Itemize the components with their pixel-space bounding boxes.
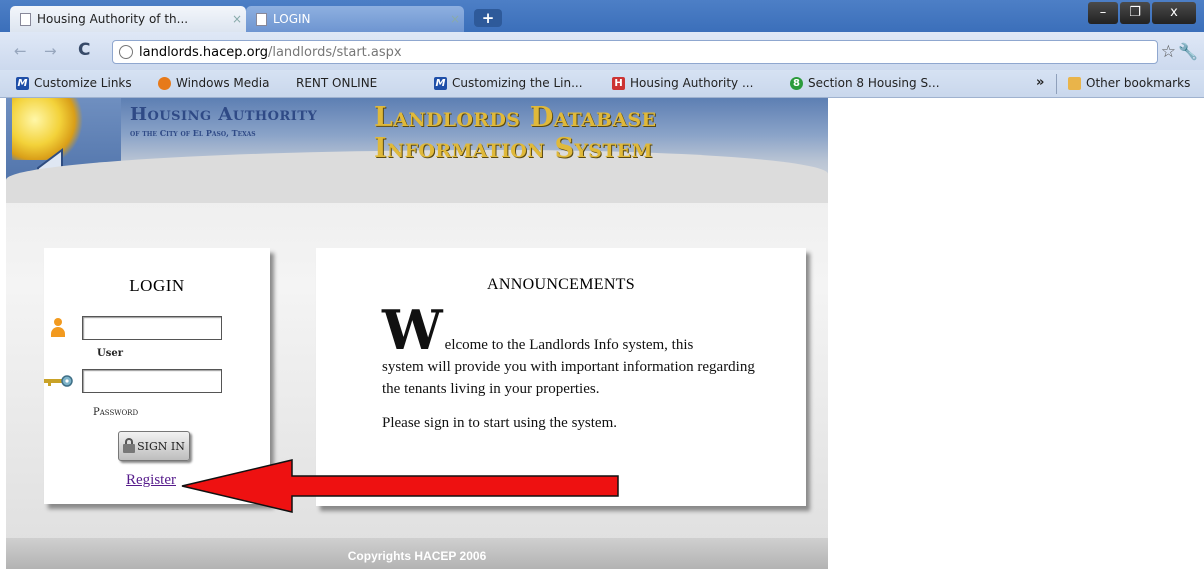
org-name: Housing Authority [130,104,318,125]
bookmark-windows-media[interactable]: Windows Media [158,76,269,90]
globe-icon [119,45,133,59]
user-input[interactable] [82,316,222,340]
hat-icon: H [612,76,625,90]
close-tab-icon[interactable]: × [446,12,464,26]
announcements-body: W elcome to the Landlords Info system, t… [382,298,762,434]
page-icon [20,12,31,26]
page-icon [256,12,267,26]
close-tab-icon[interactable]: × [228,12,246,26]
footer-copyright: Copyrights HACEP 2006 [347,549,487,563]
tab-login[interactable]: LOGIN × [246,6,464,32]
browser-titlebar: Housing Authority of th... × LOGIN × + –… [0,0,1204,32]
lock-icon [123,438,136,453]
m-icon: M [16,76,29,90]
bookmark-rent-online[interactable]: RENT ONLINE [296,76,378,187]
bookmark-customizing-links[interactable]: M Customizing the Lin... [434,76,583,90]
close-window-button[interactable]: x [1152,2,1196,24]
announcement-text: system will provide you with important i… [382,359,755,397]
bookmark-housing-authority[interactable]: H Housing Authority ... [612,76,753,90]
minimize-button[interactable]: – [1088,2,1118,24]
bookmark-label: RENT ONLINE [296,76,378,90]
star-icon[interactable]: ☆ [1161,42,1176,62]
bookmark-label: Housing Authority ... [630,76,754,90]
bookmark-customize-links[interactable]: M Customize Links [16,76,132,90]
bookmark-section8[interactable]: 8 Section 8 Housing S... [790,76,940,90]
browser-toolbar: ← → C landlords.hacep.org/landlords/star… [0,32,1204,70]
back-arrow-icon[interactable]: ← [14,42,27,60]
tab-housing-authority[interactable]: Housing Authority of th... × [10,6,246,32]
tab-label: LOGIN [273,12,311,26]
system-title: Landlords Database Information System [374,102,657,164]
login-title: LOGIN [129,276,185,295]
chevron-more-icon[interactable]: » [1036,75,1044,90]
bookmark-label: Section 8 Housing S... [808,76,940,90]
bookmarks-bar: M Customize Links Windows Media RENT ONLI… [0,70,1204,187]
url-path: /landlords/start.aspx [267,44,402,60]
drop-cap: W [382,298,443,362]
red-arrow-annotation [181,459,619,513]
password-label: Password [93,407,139,418]
m-icon: M [434,76,447,90]
bookmark-label: Windows Media [176,76,270,90]
wrench-icon[interactable]: 🔧 [1178,42,1198,62]
org-subtitle: of the City of El Paso, Texas [130,128,256,138]
user-icon [50,318,66,338]
announcement-signin-note: Please sign in to start using the system… [382,415,617,431]
sign-in-button[interactable]: SIGN IN [118,431,190,461]
new-tab-button[interactable]: + [474,9,502,27]
header-banner: Housing Authority of the City of El Paso… [6,98,828,203]
maximize-button[interactable]: ❐ [1120,2,1150,24]
key-icon [44,375,73,387]
password-input[interactable] [82,369,222,393]
windows-media-icon [158,76,171,90]
bookmark-separator [1056,74,1057,94]
address-bar[interactable]: landlords.hacep.org/landlords/start.aspx [112,40,1158,64]
register-link[interactable]: Register [126,472,176,489]
reload-icon[interactable]: C [78,40,90,60]
tab-label: Housing Authority of th... [37,12,189,26]
forward-arrow-icon[interactable]: → [44,42,57,60]
announcements-title: ANNOUNCEMENTS [487,276,635,293]
bookmark-label: Other bookmarks [1086,76,1191,90]
bookmark-label: Customize Links [34,76,132,90]
bookmark-label: Customizing the Lin... [452,76,583,90]
user-label: User [97,348,123,359]
url-host: landlords.hacep.org [139,44,268,60]
folder-icon [1068,76,1081,90]
section8-icon: 8 [790,76,803,90]
sign-in-label: SIGN IN [137,439,185,453]
other-bookmarks[interactable]: Other bookmarks [1068,76,1190,90]
